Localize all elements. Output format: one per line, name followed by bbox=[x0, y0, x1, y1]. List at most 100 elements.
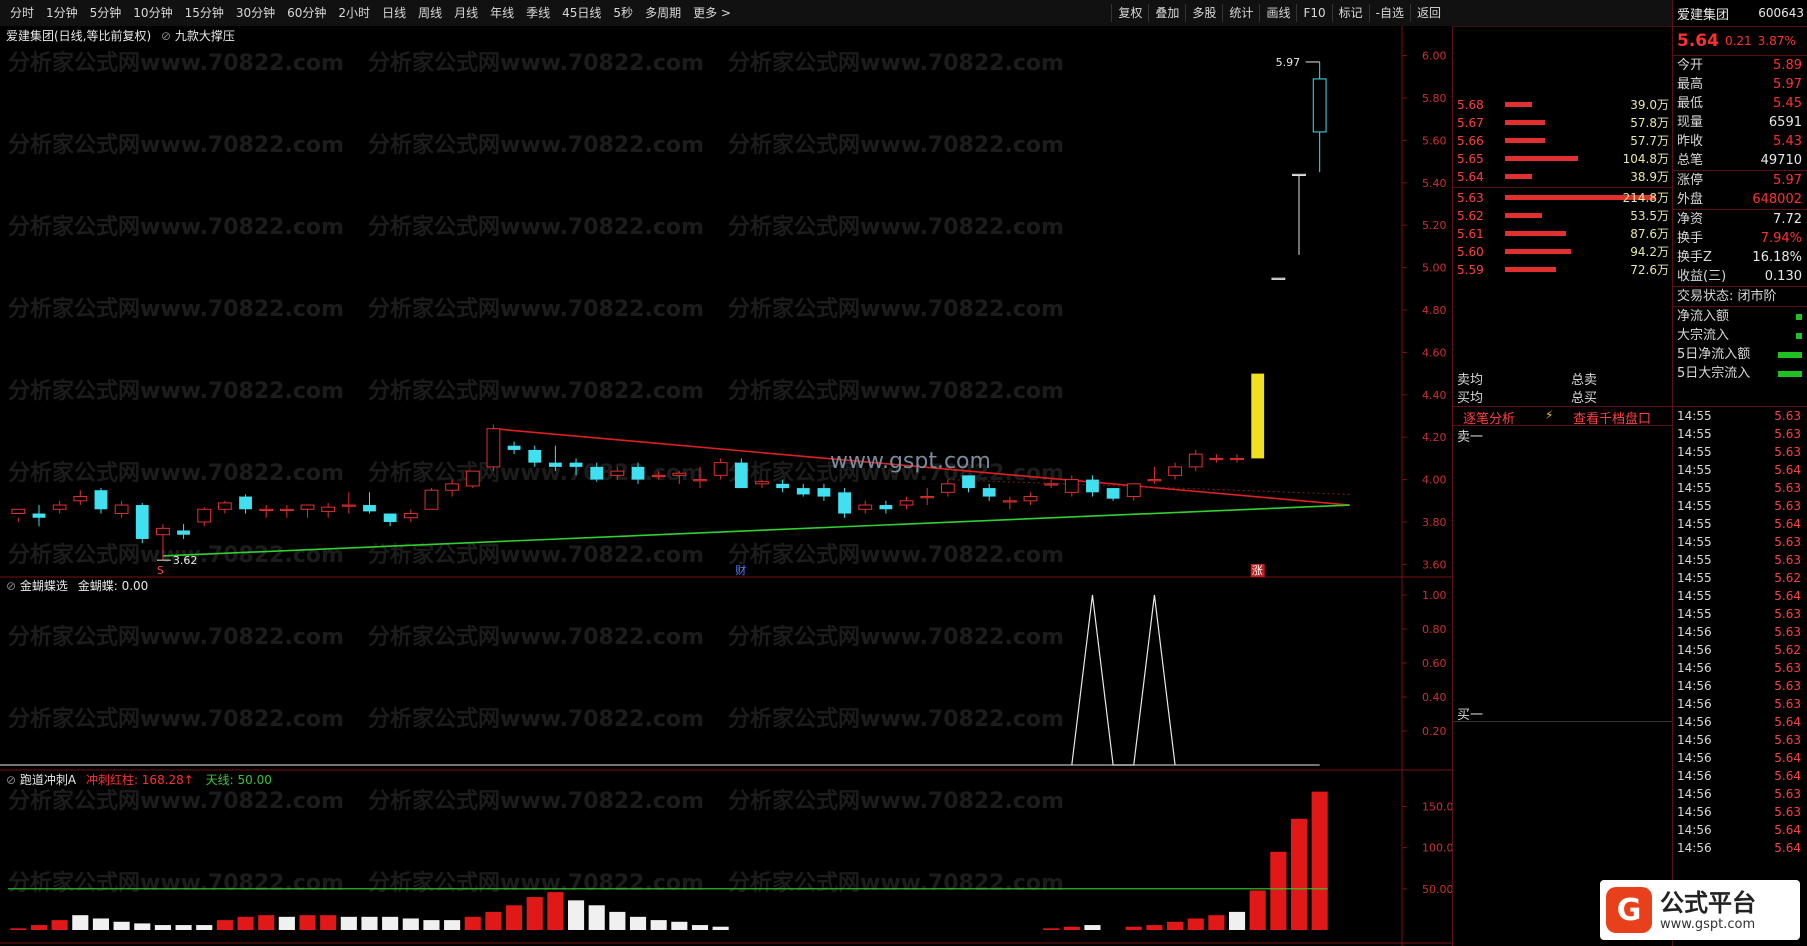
watermark-text: 分析家公式网www.70822.com bbox=[728, 378, 1064, 404]
watermark-text: 分析家公式网www.70822.com bbox=[728, 624, 1064, 650]
sub1-toggle-icon[interactable]: ⊘ bbox=[6, 579, 16, 593]
tick-row: 14:55 5.64 bbox=[1677, 463, 1801, 477]
order-book-panel: 5.68 39.0万 5.67 57.8万 5.66 57.7万 5.65 104.8万 5.6… bbox=[1452, 26, 1673, 946]
watermark-text: 分析家公式网www.70822.com bbox=[368, 460, 704, 486]
chart-area[interactable]: 分析家公式网www.70822.com 分析家公式网www.70822.com 分析… bbox=[0, 0, 1452, 946]
tick-row: 14:56 5.63 bbox=[1677, 697, 1801, 711]
sub2-bar bbox=[402, 918, 419, 930]
stock-code: 600643 bbox=[1758, 6, 1804, 20]
sub2-bar bbox=[1084, 925, 1101, 930]
orderbook-tabs: 逐笔分析 ⚡ 查看千档盘口 bbox=[1453, 406, 1673, 427]
quote-field-row: 净资 7.72 bbox=[1673, 209, 1807, 229]
main-y-tick: 4.00 bbox=[1422, 474, 1447, 487]
sub2-bar bbox=[609, 911, 626, 930]
sub2-bar bbox=[175, 925, 192, 930]
quote-field-row: 最低 5.45 bbox=[1677, 96, 1802, 111]
tick-row: 14:55 5.63 bbox=[1677, 535, 1801, 549]
sub2-bar bbox=[1146, 925, 1163, 930]
quote-panel: 爱建集团 600643 5.64 0.21 3.87% 今开 5.89 最高 5.97… bbox=[1672, 0, 1807, 946]
tick-row: 14:56 5.63 bbox=[1677, 733, 1801, 747]
view-orders-tab[interactable]: 查看千档盘口 bbox=[1573, 408, 1651, 427]
watermark-text: 分析家公式网www.70822.com bbox=[368, 50, 704, 76]
event-marker[interactable]: 涨 bbox=[1250, 564, 1265, 577]
svg-text:涨: 涨 bbox=[1252, 564, 1263, 577]
sub2-bar bbox=[134, 923, 151, 930]
sub2-bar bbox=[51, 920, 68, 930]
sub2-bar bbox=[691, 925, 709, 930]
quote-fields: 今开 5.89 最高 5.97 最低 5.45 现量 6591 昨收 5.43 总笔 49710 涨停 5… bbox=[1673, 56, 1807, 286]
sub2-bar bbox=[444, 920, 461, 930]
sub2-toggle-icon[interactable]: ⊘ bbox=[6, 773, 16, 787]
ask-row[interactable]: 5.64 38.9万 bbox=[1453, 168, 1673, 186]
watermark-text: 分析家公式网www.70822.com bbox=[8, 460, 344, 486]
bid-row[interactable]: 5.63 214.8万 bbox=[1453, 189, 1673, 207]
candle bbox=[486, 424, 501, 472]
ask-row[interactable]: 5.66 57.7万 bbox=[1453, 132, 1673, 150]
main-y-tick: 4.20 bbox=[1422, 431, 1447, 444]
sub2-bar bbox=[299, 915, 316, 930]
ask-row[interactable]: 5.68 39.0万 bbox=[1453, 96, 1673, 114]
tick-row: 14:56 5.63 bbox=[1677, 625, 1801, 639]
sub2-bar bbox=[1125, 926, 1142, 930]
sub2-bar bbox=[340, 916, 357, 930]
watermark-text: 分析家公式网www.70822.com bbox=[8, 50, 344, 76]
sub2-bar bbox=[361, 916, 378, 930]
bid-row[interactable]: 5.59 72.6万 bbox=[1453, 261, 1673, 279]
svg-text:财: 财 bbox=[735, 563, 746, 577]
main-indicator-name[interactable]: 九款大撑压 bbox=[175, 29, 235, 43]
ask-row[interactable]: 5.65 104.8万 bbox=[1453, 150, 1673, 168]
quote-field-row: 换手Z 16.18% bbox=[1677, 250, 1802, 265]
sub1-indicator-name[interactable]: 金蝴蝶选 bbox=[20, 579, 68, 593]
sub1-series-label: 金蝴蝶: 0.00 bbox=[77, 579, 149, 593]
sub2-bar bbox=[423, 920, 440, 930]
quote-field-row: 今开 5.89 bbox=[1677, 58, 1802, 73]
candle bbox=[135, 502, 149, 544]
sub2-bar bbox=[10, 928, 27, 930]
watermark-text: 分析家公式网www.70822.com bbox=[368, 870, 704, 896]
candle bbox=[1251, 373, 1265, 459]
watermark-text: 分析家公式网www.70822.com bbox=[8, 296, 344, 322]
brand-logo: G 公式平台 www.gspt.com bbox=[1600, 880, 1800, 940]
sub2-line-label: 天线: 50.00 bbox=[205, 773, 272, 787]
sub2-indicator-name[interactable]: 跑道冲刺A bbox=[20, 773, 76, 787]
main-y-tick: 5.20 bbox=[1422, 219, 1447, 232]
sub1-y-tick: 0.80 bbox=[1422, 623, 1447, 636]
sub2-bar bbox=[506, 905, 523, 930]
event-marker[interactable]: 财 bbox=[735, 563, 746, 577]
tick-row: 14:56 5.64 bbox=[1677, 841, 1801, 855]
watermark-text: 分析家公式网www.70822.com bbox=[8, 214, 344, 240]
bid-row[interactable]: 5.62 53.5万 bbox=[1453, 207, 1673, 225]
watermark-text: 分析家公式网www.70822.com bbox=[8, 870, 344, 896]
sub2-bar bbox=[1249, 890, 1266, 930]
sub2-bar bbox=[650, 920, 667, 930]
candle bbox=[465, 470, 480, 489]
fund-flow-row: 5日大宗流入 bbox=[1673, 364, 1807, 383]
sub2-bar bbox=[1167, 921, 1184, 930]
tick-row: 14:56 5.64 bbox=[1677, 751, 1801, 765]
event-marker[interactable]: S bbox=[157, 564, 164, 577]
tick-list[interactable]: 14:55 5.63 14:55 5.63 14:55 5.63 14:55 5.64 14:5… bbox=[1673, 406, 1807, 857]
bid-row[interactable]: 5.61 87.6万 bbox=[1453, 225, 1673, 243]
sub2-bar bbox=[547, 892, 564, 930]
sub2-bar bbox=[278, 916, 295, 930]
watermark-text: 分析家公式网www.70822.com bbox=[728, 788, 1064, 814]
tick-row: 14:56 5.62 bbox=[1677, 643, 1801, 657]
center-watermark: www.gspt.com bbox=[830, 449, 991, 474]
sub2-bar bbox=[196, 925, 213, 930]
low-price-label: 3.62 bbox=[173, 554, 198, 567]
tick-analysis-tab[interactable]: 逐笔分析 bbox=[1463, 408, 1515, 427]
quote-field-row: 总笔 49710 bbox=[1677, 153, 1802, 168]
indicator-toggle-icon[interactable]: ⊘ bbox=[161, 29, 171, 43]
tick-row: 14:55 5.63 bbox=[1677, 499, 1801, 513]
quote-field-row: 最高 5.97 bbox=[1677, 77, 1802, 92]
watermark-text: 分析家公式网www.70822.com bbox=[728, 132, 1064, 158]
brand-g-icon: G bbox=[1606, 887, 1652, 933]
watermark-text: 分析家公式网www.70822.com bbox=[728, 870, 1064, 896]
bid-row[interactable]: 5.60 94.2万 bbox=[1453, 243, 1673, 261]
sell1-label: 卖一 bbox=[1457, 430, 1484, 445]
sub2-bar bbox=[92, 918, 110, 930]
ask-row[interactable]: 5.67 57.8万 bbox=[1453, 114, 1673, 132]
quote-field-row: 现量 6591 bbox=[1677, 115, 1802, 130]
tick-row: 14:55 5.64 bbox=[1677, 517, 1801, 531]
tick-row: 14:56 5.64 bbox=[1677, 769, 1801, 783]
